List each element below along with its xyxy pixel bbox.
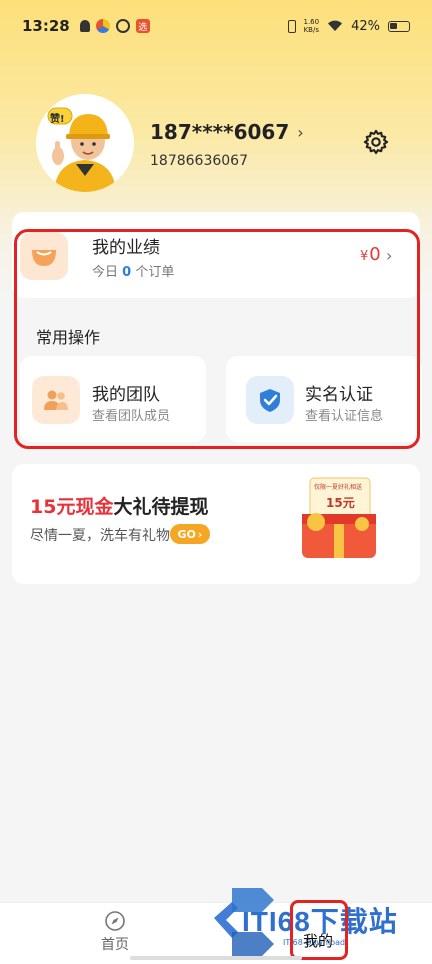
network-speed: 1.60 KB/s	[304, 18, 320, 34]
profile-name-link[interactable]: 187****6067 ›	[150, 120, 304, 144]
courier-avatar-illustration	[36, 94, 134, 192]
chevron-right-icon: ›	[297, 122, 304, 142]
go-label: GO	[177, 527, 196, 541]
status-bar: 13:28 选 1.60 KB/s 42%	[0, 0, 432, 52]
sync-icon	[115, 19, 130, 33]
gift-value: 15元	[326, 496, 355, 510]
promo-highlight: 15元现金	[30, 496, 114, 518]
promo-title: 15元现金大礼待提现	[30, 492, 208, 519]
masked-phone: 187****6067	[150, 120, 290, 144]
battery-icon	[388, 20, 410, 32]
full-phone: 18786636067	[150, 153, 248, 169]
nav-home-label: 首页	[101, 937, 129, 953]
promo-title-rest: 大礼待提现	[113, 496, 209, 518]
battery-percent: 42%	[351, 18, 380, 34]
vibrate-icon	[287, 19, 296, 33]
go-button[interactable]: GO ›	[170, 524, 210, 544]
home-compass-icon	[105, 911, 125, 931]
status-time: 13:28	[22, 17, 70, 35]
notification-bell-icon	[79, 20, 90, 32]
net-speed-value: 1.60	[303, 18, 320, 26]
chevron-right-icon: ›	[197, 527, 203, 541]
gift-box-illustration: 仅限一夏好礼相送 15元	[292, 474, 386, 562]
home-indicator	[130, 956, 302, 960]
net-speed-unit: KB/s	[303, 26, 319, 34]
avatar[interactable]: 赞!	[36, 94, 134, 192]
promo-subtitle: 尽情一夏，洗车有礼物	[30, 528, 170, 544]
gift-banner-text: 仅限一夏好礼相送	[314, 484, 363, 491]
annotation-highlight-box	[14, 229, 420, 449]
app-badge-icon: 选	[135, 19, 150, 33]
wifi-icon	[328, 20, 343, 31]
annotation-highlight-box-nav	[290, 900, 348, 960]
app-notification-icon	[95, 19, 110, 33]
settings-gear-icon[interactable]	[362, 128, 390, 156]
nav-home[interactable]: 首页	[80, 910, 150, 954]
like-badge: 赞!	[50, 114, 65, 125]
